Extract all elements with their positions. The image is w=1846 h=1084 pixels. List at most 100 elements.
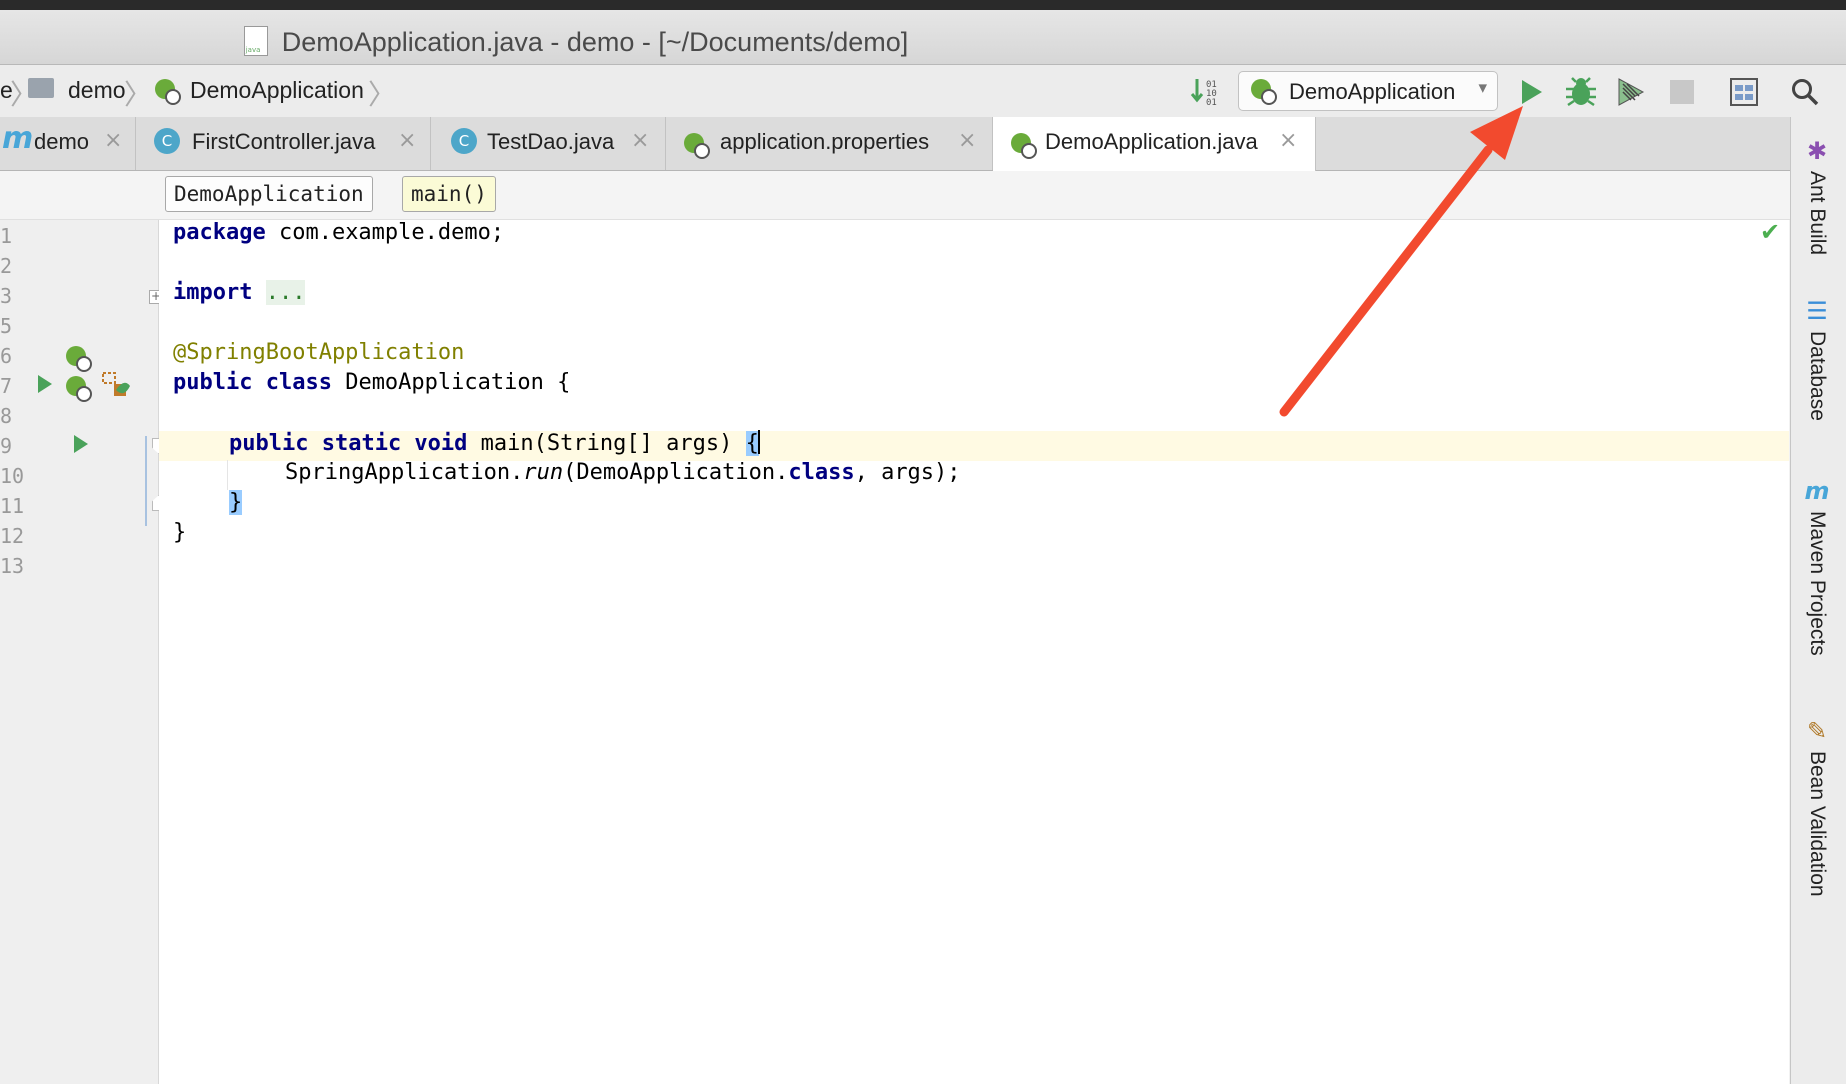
editor-breadcrumb-class[interactable]: DemoApplication <box>165 176 373 212</box>
ant-icon: ✱ <box>1806 137 1828 165</box>
tab-demo[interactable]: m demo × <box>0 117 136 170</box>
line-number: 9 <box>0 434 13 458</box>
maven-m-icon: m <box>2 121 34 156</box>
code-line-3: import ... <box>173 280 306 305</box>
project-structure-button[interactable] <box>1725 73 1763 111</box>
close-icon[interactable]: × <box>631 128 649 153</box>
class-icon: C <box>451 128 477 154</box>
code-line-9: public static void main(String[] args) { <box>229 430 760 456</box>
spring-boot-icon <box>1251 77 1277 105</box>
close-icon[interactable]: × <box>1279 128 1297 153</box>
class-icon: C <box>154 128 180 154</box>
line-number: 13 <box>0 554 25 578</box>
line-number: 1 <box>0 224 13 248</box>
svg-text:01: 01 <box>1206 98 1217 108</box>
indent-guide <box>227 460 228 490</box>
run-configuration-select[interactable]: DemoApplication ▾ <box>1238 71 1498 111</box>
maven-m-icon: m <box>1804 477 1830 505</box>
sort-icon[interactable]: 01 10 01 <box>1188 73 1226 111</box>
line-number: 5 <box>0 314 13 338</box>
code-line-11: } <box>229 490 243 515</box>
tool-label: Bean Validation <box>1806 751 1829 897</box>
debug-button[interactable] <box>1562 73 1600 111</box>
tab-first-controller[interactable]: C FirstController.java × <box>136 117 431 170</box>
tab-application-properties[interactable]: application.properties × <box>666 117 993 170</box>
run-configuration-label: DemoApplication <box>1289 79 1456 104</box>
code-editor[interactable]: package com.example.demo; import ... @Sp… <box>159 220 1789 1084</box>
line-number: 8 <box>0 404 13 428</box>
database-tool-button[interactable]: ☰ Database <box>1795 297 1839 421</box>
maven-projects-tool-button[interactable]: m Maven Projects <box>1795 477 1839 656</box>
editor-gutter: 1 2 3 5 6 7 8 9 10 11 12 13 + <box>0 220 166 1084</box>
scope-indicator <box>145 436 147 526</box>
search-everywhere-button[interactable] <box>1786 73 1824 111</box>
run-button[interactable] <box>1512 73 1550 111</box>
breadcrumb-project[interactable]: demo <box>68 77 126 104</box>
window-title: DemoApplication.java - demo - [~/Documen… <box>243 26 908 58</box>
folded-imports[interactable]: ... <box>265 280 306 305</box>
search-icon <box>1792 79 1819 106</box>
spring-icon <box>684 131 710 159</box>
ant-build-tool-button[interactable]: ✱ Ant Build <box>1795 137 1839 255</box>
editor-breadcrumb: DemoApplication main() <box>0 171 1790 220</box>
chevron-down-icon: ▾ <box>1478 78 1487 98</box>
code-line-6: @SpringBootApplication <box>173 340 465 365</box>
java-file-icon <box>243 26 268 56</box>
line-number: 7 <box>0 374 13 398</box>
tab-label: FirstController.java <box>192 129 376 154</box>
context-config-icon[interactable] <box>100 370 132 402</box>
tab-label: TestDao.java <box>487 129 615 154</box>
close-icon[interactable]: × <box>398 128 416 153</box>
window-titlebar: DemoApplication.java - demo - [~/Documen… <box>0 0 1846 65</box>
stop-button[interactable] <box>1663 73 1701 111</box>
tool-label: Ant Build <box>1806 171 1829 256</box>
tab-testdao[interactable]: C TestDao.java × <box>431 117 666 170</box>
line-number: 2 <box>0 254 13 278</box>
stop-icon <box>1670 80 1694 104</box>
tab-label: demo <box>34 129 90 154</box>
line-number: 6 <box>0 344 13 368</box>
no-problems-check-icon[interactable]: ✔ <box>1760 218 1780 246</box>
spring-boot-icon <box>155 77 181 105</box>
spring-bean-icon[interactable] <box>66 374 94 402</box>
bean-validation-icon: ✎ <box>1806 717 1828 745</box>
code-line-10: SpringApplication.run(DemoApplication.cl… <box>285 460 961 485</box>
editor-breadcrumb-method[interactable]: main() <box>402 176 496 212</box>
tab-label: application.properties <box>720 129 930 154</box>
spring-icon <box>1011 131 1037 159</box>
database-icon: ☰ <box>1806 297 1828 325</box>
tool-label: Maven Projects <box>1806 511 1829 656</box>
run-gutter-icon[interactable] <box>74 435 88 453</box>
tab-demo-application[interactable]: DemoApplication.java × <box>993 117 1316 171</box>
coverage-icon <box>1618 78 1645 106</box>
chevron-right-icon: 〉 <box>368 78 397 111</box>
tab-label: DemoApplication.java <box>1045 129 1258 154</box>
code-line-12: } <box>173 520 187 545</box>
code-line-1: package com.example.demo; <box>173 220 505 245</box>
breadcrumb-class[interactable]: DemoApplication <box>190 77 364 104</box>
chevron-right-icon: 〉 <box>124 78 153 111</box>
folder-icon <box>28 78 54 98</box>
run-icon <box>1522 80 1542 104</box>
spring-bean-icon[interactable] <box>66 344 94 372</box>
line-number: 10 <box>0 464 25 488</box>
project-structure-icon <box>1730 78 1758 106</box>
tool-label: Database <box>1806 331 1829 421</box>
close-icon[interactable]: × <box>958 128 976 153</box>
matched-brace: { <box>745 431 759 456</box>
right-tool-window-bar: ✱ Ant Build ☰ Database m Maven Projects … <box>1790 117 1846 1084</box>
debug-icon <box>1566 77 1596 107</box>
navigation-bar: e 〉 demo 〉 DemoApplication 〉 01 10 01 Demo… <box>0 65 1846 118</box>
matched-brace: } <box>229 490 243 515</box>
run-gutter-icon[interactable] <box>38 375 52 393</box>
code-line-7: public class DemoApplication { <box>173 370 571 395</box>
line-number: 3 <box>0 284 13 308</box>
close-icon[interactable]: × <box>104 128 122 153</box>
line-number: 12 <box>0 524 25 548</box>
line-number: 11 <box>0 494 25 518</box>
editor-tab-bar: m demo × C FirstController.java × C Test… <box>0 117 1790 171</box>
bean-validation-tool-button[interactable]: ✎ Bean Validation <box>1795 717 1839 897</box>
coverage-button[interactable] <box>1612 73 1650 111</box>
system-menubar <box>0 0 1846 10</box>
text-caret <box>757 430 760 454</box>
